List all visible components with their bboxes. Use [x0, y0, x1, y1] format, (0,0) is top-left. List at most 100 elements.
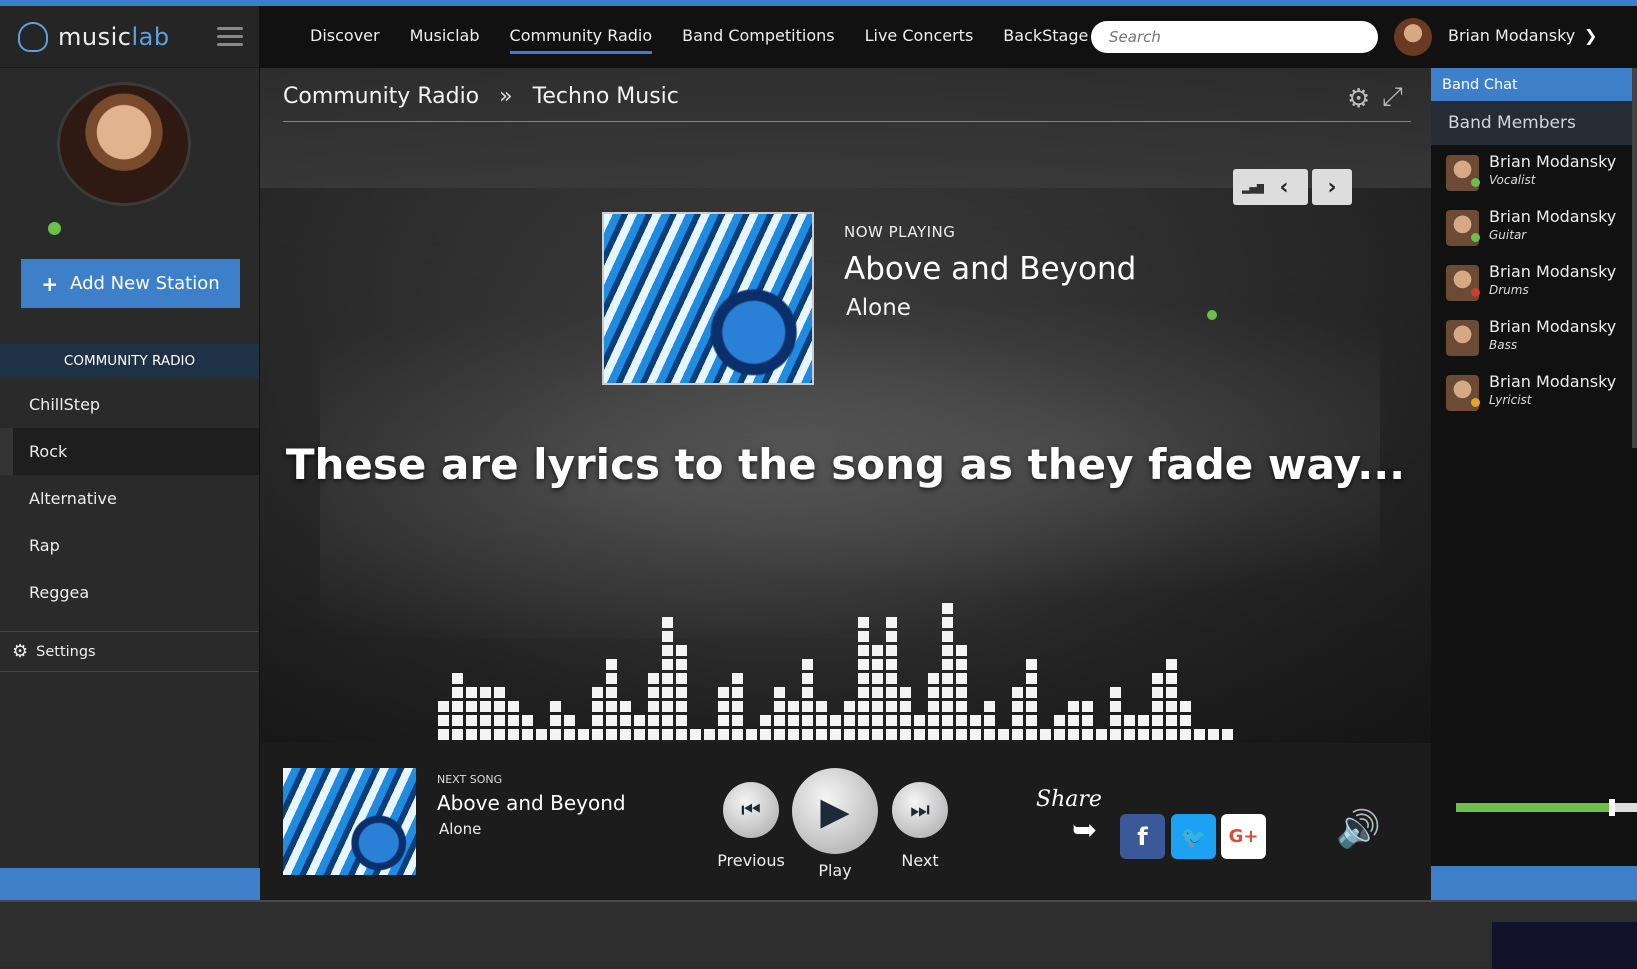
equalizer-cell	[1026, 729, 1037, 740]
equalizer-cell	[452, 673, 463, 684]
add-station-label: Add New Station	[70, 273, 220, 294]
band-panel-scrollbar[interactable]	[1632, 68, 1637, 448]
member-role: Guitar	[1489, 228, 1527, 242]
twitter-icon[interactable]: 🐦	[1171, 814, 1216, 859]
equalizer-cell	[1194, 729, 1205, 740]
band-member-item[interactable]: Brian Modansky Bass	[1431, 310, 1637, 365]
equalizer-cell	[886, 645, 897, 656]
menu-icon[interactable]	[217, 27, 243, 46]
equalizer-cell	[662, 715, 673, 726]
equalizer-cell	[634, 715, 645, 726]
user-name[interactable]: Brian Modansky	[1448, 26, 1575, 45]
settings-link[interactable]: ⚙ Settings	[0, 631, 259, 672]
equalizer-cell	[592, 715, 603, 726]
volume-icon[interactable]: 🔊	[1336, 808, 1381, 850]
equalizer-cell	[606, 659, 617, 670]
facebook-icon[interactable]: f	[1120, 814, 1165, 859]
add-new-station-button[interactable]: + Add New Station	[21, 259, 240, 308]
equalizer-cell	[1138, 715, 1149, 726]
equalizer-cell	[1208, 729, 1219, 740]
nav-musiclab[interactable]: Musiclab	[410, 26, 480, 49]
share-label: Share	[1036, 787, 1102, 812]
previous-station-button[interactable]: ‹	[1264, 169, 1304, 205]
band-member-item[interactable]: Brian Modansky Drums	[1431, 255, 1637, 310]
equalizer-cell	[858, 715, 869, 726]
equalizer-cell	[452, 715, 463, 726]
equalizer-cell	[774, 729, 785, 740]
equalizer-cell	[942, 631, 953, 642]
lyrics-text: These are lyrics to the song as they fad…	[285, 440, 1406, 489]
equalizer-cell	[480, 687, 491, 698]
band-chat-tab[interactable]: Band Chat	[1431, 68, 1637, 101]
equalizer-cell	[718, 715, 729, 726]
gear-icon[interactable]: ⚙	[1347, 84, 1370, 114]
previous-button[interactable]: ⏮	[723, 782, 779, 838]
bottom-preview-thumbnail	[1492, 922, 1637, 969]
nav-band-competitions[interactable]: Band Competitions	[682, 26, 834, 49]
equalizer-cell	[662, 631, 673, 642]
volume-slider[interactable]	[1456, 799, 1637, 816]
next-button[interactable]: ⏭	[892, 782, 948, 838]
share-arrow-icon: ➥	[1072, 813, 1098, 848]
volume-slider-fill	[1456, 803, 1612, 812]
equalizer-cell	[718, 729, 729, 740]
play-button[interactable]: ▶	[792, 768, 878, 854]
equalizer-cell	[592, 701, 603, 712]
equalizer-cell	[606, 687, 617, 698]
app-logo[interactable]: musiclab	[58, 23, 170, 51]
google-plus-icon[interactable]: G+	[1221, 814, 1266, 859]
equalizer-cell	[1054, 715, 1065, 726]
station-item-reggea[interactable]: Reggea	[0, 569, 259, 616]
equalizer-cell	[1166, 687, 1177, 698]
band-member-item[interactable]: Brian Modansky Vocalist	[1431, 145, 1637, 200]
band-member-item[interactable]: Brian Modansky Guitar	[1431, 200, 1637, 255]
equalizer-cell	[830, 715, 841, 726]
equalizer-cell	[1012, 701, 1023, 712]
equalizer-cell	[466, 729, 477, 740]
station-item-rap[interactable]: Rap	[0, 522, 259, 569]
equalizer-cell	[1110, 701, 1121, 712]
equalizer-cell	[774, 701, 785, 712]
gear-icon: ⚙	[12, 641, 29, 662]
next-song-title: Alone	[439, 820, 482, 838]
equalizer-cell	[1082, 701, 1093, 712]
equalizer-cell	[858, 729, 869, 740]
fullscreen-icon[interactable]: ⤢	[1382, 82, 1403, 113]
equalizer-cell	[928, 687, 939, 698]
station-item-chillstep[interactable]: ChillStep	[0, 381, 259, 428]
profile-avatar[interactable]	[57, 82, 191, 206]
plus-icon: +	[41, 271, 59, 296]
user-avatar[interactable]	[1394, 18, 1432, 56]
equalizer-cell	[550, 715, 561, 726]
equalizer-cell	[858, 659, 869, 670]
equalizer-cell	[662, 673, 673, 684]
band-member-item[interactable]: Brian Modansky Lyricist	[1431, 365, 1637, 420]
nav-live-concerts[interactable]: Live Concerts	[865, 26, 974, 49]
station-item-rock[interactable]: Rock	[0, 428, 259, 475]
equalizer-cell	[592, 729, 603, 740]
next-station-button[interactable]: ›	[1312, 169, 1352, 205]
nav-discover[interactable]: Discover	[310, 26, 380, 49]
member-status-dot	[1471, 178, 1480, 187]
member-status-dot	[1471, 233, 1480, 242]
equalizer-cell	[480, 701, 491, 712]
equalizer-cell	[1166, 659, 1177, 670]
search-input[interactable]	[1091, 21, 1378, 53]
station-item-alternative[interactable]: Alternative	[0, 475, 259, 522]
breadcrumb: Community Radio » Techno Music	[283, 84, 679, 109]
equalizer-cell	[1026, 687, 1037, 698]
equalizer-cell	[802, 687, 813, 698]
nav-backstage[interactable]: BackStage	[1003, 26, 1088, 49]
equalizer-cell	[1082, 729, 1093, 740]
equalizer-cell	[942, 673, 953, 684]
equalizer-cell	[662, 729, 673, 740]
equalizer-cell	[1124, 729, 1135, 740]
nav-community-radio[interactable]: Community Radio	[509, 26, 652, 54]
equalizer-cell	[452, 729, 463, 740]
equalizer-cell	[1152, 687, 1163, 698]
breadcrumb-community-radio[interactable]: Community Radio	[283, 84, 479, 109]
equalizer-cell	[648, 715, 659, 726]
chevron-down-icon[interactable]: ❯	[1584, 26, 1597, 45]
equalizer-cell	[872, 659, 883, 670]
volume-slider-handle[interactable]	[1608, 799, 1615, 816]
